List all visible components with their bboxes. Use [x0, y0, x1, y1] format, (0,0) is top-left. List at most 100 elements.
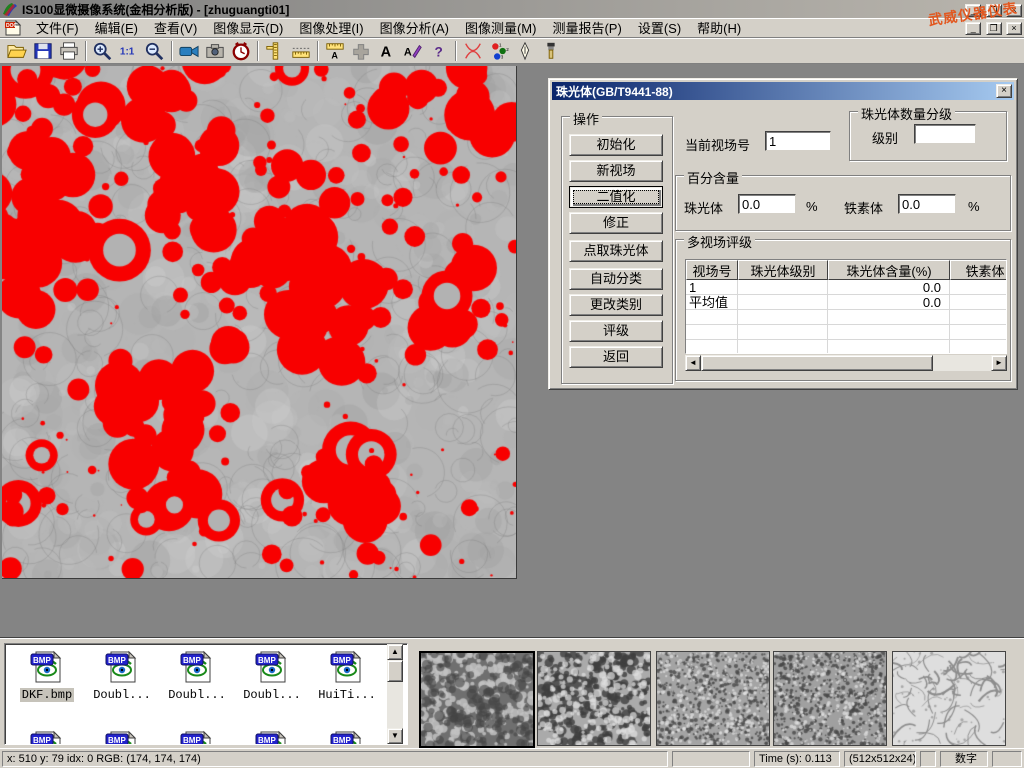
menu-item-7[interactable]: 测量报告(P) — [544, 16, 629, 39]
image-thumbnail-4[interactable] — [892, 651, 1006, 746]
current-field-input[interactable] — [765, 131, 831, 151]
mdi-restore-button[interactable]: ❐ — [986, 22, 1002, 35]
scrollbar-thumb[interactable] — [387, 660, 403, 682]
scroll-up-button[interactable]: ▲ — [387, 644, 403, 660]
file-item-2[interactable]: BMPDoubl... — [161, 650, 233, 702]
menu-item-8[interactable]: 设置(S) — [630, 16, 689, 39]
current-field-label: 当前视场号 — [685, 135, 750, 154]
table-row-2[interactable] — [686, 310, 1006, 325]
file-browser[interactable]: BMPDKF.bmpBMPDoubl...BMPDoubl...BMPDoubl… — [4, 643, 408, 745]
toolbar-zoom-in-button[interactable] — [90, 40, 116, 62]
bottom-panel: BMPDKF.bmpBMPDoubl...BMPDoubl...BMPDoubl… — [0, 638, 1024, 748]
file-name: Doubl... — [91, 688, 153, 702]
op-button-4[interactable]: 点取珠光体 — [569, 240, 663, 262]
file-item-row2-4[interactable]: BMP — [311, 730, 383, 745]
menu-item-2[interactable]: 查看(V) — [146, 16, 205, 39]
toolbar-brush-button[interactable] — [538, 40, 564, 62]
toolbar-actual-size-button[interactable]: 1:1 — [116, 40, 142, 62]
svg-text:BMP: BMP — [183, 656, 201, 665]
toolbar-separator — [455, 41, 457, 61]
menu-item-5[interactable]: 图像分析(A) — [372, 16, 457, 39]
table-column-header-1[interactable]: 珠光体级别 — [738, 260, 828, 280]
bmp-file-icon: BMP — [29, 730, 65, 745]
level-input[interactable] — [914, 124, 976, 144]
op-button-5[interactable]: 自动分类 — [569, 268, 663, 290]
toolbar-pen-button[interactable] — [512, 40, 538, 62]
toolbar-caliper-button[interactable] — [262, 40, 288, 62]
scroll-down-button[interactable]: ▼ — [387, 728, 403, 744]
table-cell — [686, 340, 738, 354]
text-icon: A — [376, 41, 398, 61]
table-column-header-0[interactable]: 视场号 — [686, 260, 738, 280]
file-item-row2-0[interactable]: BMP — [11, 730, 83, 745]
toolbar-curve-tool-button[interactable] — [460, 40, 486, 62]
file-item-4[interactable]: BMPHuiTi... — [311, 650, 383, 702]
table-column-header-3[interactable]: 铁素体 — [950, 260, 1007, 280]
toolbar-save-button[interactable] — [30, 40, 56, 62]
table-row-4[interactable] — [686, 340, 1006, 354]
op-button-2[interactable]: 二值化 — [569, 186, 663, 208]
op-button-3[interactable]: 修正 — [569, 212, 663, 234]
menu-item-0[interactable]: 文件(F) — [28, 16, 87, 39]
menu-item-3[interactable]: 图像显示(D) — [205, 16, 291, 39]
image-thumbnail-1[interactable] — [537, 651, 651, 746]
op-button-8[interactable]: 返回 — [569, 346, 663, 368]
op-button-0[interactable]: 初始化 — [569, 134, 663, 156]
rating-table-body: 10.0平均值0.0 — [686, 280, 1006, 354]
menu-item-9[interactable]: 帮助(H) — [689, 16, 749, 39]
scroll-left-button[interactable]: ◄ — [685, 355, 701, 371]
file-item-0[interactable]: BMPDKF.bmp — [11, 650, 83, 702]
file-item-row2-1[interactable]: BMP — [86, 730, 158, 745]
toolbar-help-button[interactable]: ? — [426, 40, 452, 62]
op-button-6[interactable]: 更改类别 — [569, 294, 663, 316]
file-item-1[interactable]: BMP Doubl... — [86, 650, 158, 702]
dialog-title-bar[interactable]: 珠光体(GB/T9441-88) × — [552, 82, 1014, 100]
scrollbar-thumb[interactable] — [701, 355, 933, 371]
table-row-0[interactable]: 10.0 — [686, 280, 1006, 295]
svg-text:?: ? — [434, 44, 442, 59]
table-horizontal-scrollbar[interactable]: ◄ ► — [685, 355, 1007, 371]
toolbar-annotate-button[interactable]: A — [400, 40, 426, 62]
svg-text:BMP: BMP — [108, 656, 126, 665]
op-button-7[interactable]: 评级 — [569, 320, 663, 342]
toolbar-capture-button[interactable] — [202, 40, 228, 62]
toolbar-measure-label-button[interactable]: A — [322, 40, 348, 62]
toolbar-open-button[interactable] — [4, 40, 30, 62]
table-row-1[interactable]: 平均值0.0 — [686, 295, 1006, 310]
table-column-header-2[interactable]: 珠光体含量(%) — [828, 260, 950, 280]
toolbar-classify-button[interactable]: 123 — [486, 40, 512, 62]
table-row-3[interactable] — [686, 325, 1006, 340]
scroll-right-button[interactable]: ► — [991, 355, 1007, 371]
ferrite-percent-input[interactable] — [898, 194, 956, 214]
dialog-close-button[interactable]: × — [996, 84, 1012, 98]
toolbar-merge-button[interactable] — [348, 40, 374, 62]
menu-item-6[interactable]: 图像测量(M) — [457, 16, 545, 39]
image-thumbnail-3[interactable] — [773, 651, 887, 746]
toolbar-ruler-button[interactable] — [288, 40, 314, 62]
file-item-3[interactable]: BMPDoubl... — [236, 650, 308, 702]
table-cell — [686, 310, 738, 324]
table-cell — [686, 325, 738, 339]
toolbar-print-button[interactable] — [56, 40, 82, 62]
toolbar-zoom-out-button[interactable] — [142, 40, 168, 62]
file-item-row2-3[interactable]: BMP — [236, 730, 308, 745]
image-thumbnail-2[interactable] — [656, 651, 770, 746]
document-icon[interactable]: DOC — [4, 20, 22, 36]
level-label: 级别 — [872, 128, 898, 147]
file-item-row2-2[interactable]: BMP — [161, 730, 233, 745]
mdi-close-button[interactable]: × — [1006, 22, 1022, 35]
svg-text:BMP: BMP — [33, 736, 51, 745]
pearlite-percent-input[interactable] — [738, 194, 796, 214]
toolbar-video-camera-button[interactable] — [176, 40, 202, 62]
image-thumbnail-0[interactable] — [419, 651, 535, 748]
percent-group: 百分含量 珠光体 % 铁素体 % — [675, 175, 1011, 231]
micrograph-image[interactable] — [2, 66, 517, 579]
bmp-file-icon: BMP — [329, 650, 365, 684]
op-button-1[interactable]: 新视场 — [569, 160, 663, 182]
menu-item-1[interactable]: 编辑(E) — [87, 16, 146, 39]
file-list-scrollbar[interactable]: ▲ ▼ — [387, 644, 403, 744]
menu-item-4[interactable]: 图像处理(I) — [291, 16, 371, 39]
toolbar-timer-button[interactable] — [228, 40, 254, 62]
toolbar-text-button[interactable]: A — [374, 40, 400, 62]
table-cell — [738, 325, 828, 339]
